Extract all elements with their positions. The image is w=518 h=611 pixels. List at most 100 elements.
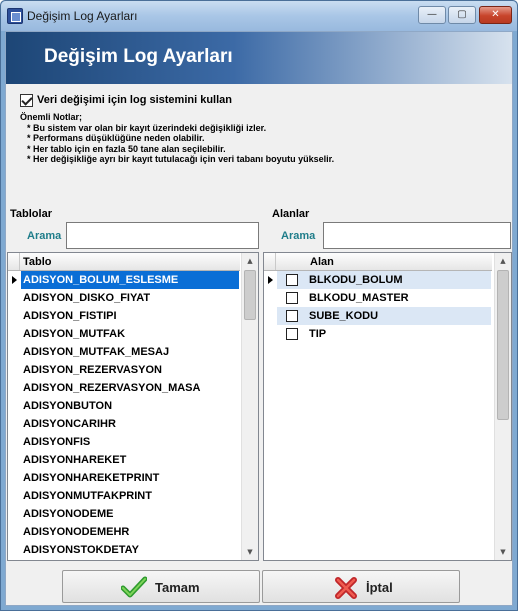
tables-column-header[interactable]: Tablo (23, 256, 52, 268)
table-row[interactable]: ADISYON_MUTFAK_MESAJ (8, 343, 240, 361)
table-name-cell[interactable]: ADISYON_BOLUM_ESLESME (21, 271, 239, 289)
fields-column-header[interactable]: Alan (310, 256, 334, 268)
fields-search-input[interactable] (323, 222, 511, 249)
field-select-cell[interactable] (277, 307, 307, 325)
table-name-cell[interactable]: ADISYONBUTON (21, 397, 239, 415)
row-selector[interactable] (8, 487, 20, 505)
banner-title: Değişim Log Ayarları (44, 46, 233, 67)
table-name-cell[interactable]: ADISYONFIS (21, 433, 239, 451)
log-enable-label[interactable]: Veri değişimi için log sistemini kullan (37, 94, 232, 106)
table-name-cell[interactable]: ADISYONHAREKETPRINT (21, 469, 239, 487)
scroll-thumb[interactable] (497, 270, 509, 420)
row-selector[interactable] (8, 271, 20, 289)
table-name-cell[interactable]: ADISYONODEME (21, 505, 239, 523)
table-row[interactable]: ADISYONFIS (8, 433, 240, 451)
scroll-down-icon[interactable]: ▼ (242, 544, 258, 560)
row-selector[interactable] (8, 379, 20, 397)
table-name-cell[interactable]: ADISYONHAREKET (21, 451, 239, 469)
scroll-up-icon[interactable]: ▲ (495, 253, 511, 269)
row-selector[interactable] (8, 541, 20, 559)
field-name-cell[interactable]: BLKODU_BOLUM (307, 271, 491, 289)
field-name-cell[interactable]: TIP (307, 325, 491, 343)
field-row[interactable]: BLKODU_MASTER (264, 289, 492, 307)
row-selector[interactable] (8, 523, 20, 541)
log-option[interactable]: Veri değişimi için log sistemini kullan (20, 94, 232, 108)
maximize-button[interactable]: ▢ (448, 6, 476, 24)
table-row[interactable]: ADISYON_BOLUM_ESLESME (8, 271, 240, 289)
header-banner: Değişim Log Ayarları (6, 32, 512, 84)
table-name-cell[interactable]: ADISYON_MUTFAK (21, 325, 239, 343)
scroll-up-icon[interactable]: ▲ (242, 253, 258, 269)
field-select-cell[interactable] (277, 325, 307, 343)
row-selector-header (264, 253, 276, 270)
table-name-cell[interactable]: ADISYON_REZERVASYON (21, 361, 239, 379)
note-item: * Her değişikliğe ayrı bir kayıt tutulac… (27, 154, 335, 164)
table-row[interactable]: ADISYONBUTON (8, 397, 240, 415)
field-checkbox[interactable] (286, 292, 298, 304)
row-selector[interactable] (8, 343, 20, 361)
table-name-cell[interactable]: ADISYON_DISKO_FIYAT (21, 289, 239, 307)
field-row[interactable]: TIP (264, 325, 492, 343)
row-selector[interactable] (8, 415, 20, 433)
row-selector[interactable] (8, 307, 20, 325)
row-selector[interactable] (8, 325, 20, 343)
scroll-thumb[interactable] (244, 270, 256, 320)
row-selector[interactable] (8, 397, 20, 415)
table-row[interactable]: ADISYON_REZERVASYON (8, 361, 240, 379)
minimize-button[interactable]: — (418, 6, 446, 24)
field-checkbox[interactable] (286, 310, 298, 322)
table-row[interactable]: ADISYONHAREKET (8, 451, 240, 469)
fields-grid[interactable]: Alan BLKODU_BOLUM BLKODU_MASTER SUBE_KODU T… (263, 252, 512, 561)
ok-button[interactable]: Tamam (62, 570, 260, 603)
tables-search-input[interactable] (66, 222, 259, 249)
field-row[interactable]: BLKODU_BOLUM (264, 271, 492, 289)
dialog-body: Değişim Log Ayarları Veri değişimi için … (5, 31, 513, 606)
row-selector[interactable] (264, 325, 276, 343)
field-select-cell[interactable] (277, 289, 307, 307)
table-row[interactable]: ADISYONSTOKDETAY (8, 541, 240, 559)
table-row[interactable]: ADISYON_REZERVASYON_MASA (8, 379, 240, 397)
row-selector[interactable] (8, 505, 20, 523)
table-name-cell[interactable]: ADISYON_FISTIPI (21, 307, 239, 325)
log-enable-checkbox[interactable] (20, 94, 33, 107)
cancel-button[interactable]: İptal (262, 570, 460, 603)
table-row[interactable]: ADISYONHAREKETPRINT (8, 469, 240, 487)
table-row[interactable]: ADISYONODEME (8, 505, 240, 523)
table-name-cell[interactable]: ADISYON_MUTFAK_MESAJ (21, 343, 239, 361)
fields-scrollbar[interactable]: ▲ ▼ (494, 253, 511, 560)
table-name-cell[interactable]: ADISYON_REZERVASYON_MASA (21, 379, 239, 397)
scroll-down-icon[interactable]: ▼ (495, 544, 511, 560)
field-name-cell[interactable]: SUBE_KODU (307, 307, 491, 325)
field-checkbox[interactable] (286, 328, 298, 340)
row-selector[interactable] (8, 451, 20, 469)
row-selector[interactable] (264, 307, 276, 325)
tables-grid-header: Tablo (8, 253, 240, 271)
row-selector[interactable] (264, 289, 276, 307)
table-name-cell[interactable]: ADISYONMUTFAKPRINT (21, 487, 239, 505)
table-row[interactable]: ADISYONODEMEHR (8, 523, 240, 541)
close-button[interactable]: ✕ (479, 6, 512, 24)
row-selector[interactable] (264, 271, 276, 289)
field-name-cell[interactable]: BLKODU_MASTER (307, 289, 491, 307)
table-row[interactable]: ADISYONMUTFAKPRINT (8, 487, 240, 505)
table-name-cell[interactable]: ADISYONCARIHR (21, 415, 239, 433)
title-bar[interactable]: Değişim Log Ayarları — ▢ ✕ (1, 1, 517, 31)
row-selector[interactable] (8, 469, 20, 487)
table-row[interactable]: ADISYON_DISKO_FIYAT (8, 289, 240, 307)
table-row[interactable]: ADISYON_FISTIPI (8, 307, 240, 325)
row-selector[interactable] (8, 361, 20, 379)
table-row[interactable]: ADISYON_MUTFAK (8, 325, 240, 343)
field-row[interactable]: SUBE_KODU (264, 307, 492, 325)
row-selector[interactable] (8, 289, 20, 307)
table-name-cell[interactable]: ADISYONODEMEHR (21, 523, 239, 541)
row-selector[interactable] (8, 433, 20, 451)
table-name-cell[interactable]: ADISYONSTOKDETAY (21, 541, 239, 559)
field-select-cell[interactable] (277, 271, 307, 289)
tables-scrollbar[interactable]: ▲ ▼ (241, 253, 258, 560)
tables-grid[interactable]: Tablo ADISYON_BOLUM_ESLESME ADISYON_DISKO… (7, 252, 259, 561)
table-row[interactable]: ADISYONCARIHR (8, 415, 240, 433)
notes-block: Önemli Notlar; * Bu sistem var olan bir … (20, 112, 334, 165)
tables-search-label: Arama (27, 230, 62, 242)
field-checkbox[interactable] (286, 274, 298, 286)
tables-section-label: Tablolar (10, 208, 52, 220)
